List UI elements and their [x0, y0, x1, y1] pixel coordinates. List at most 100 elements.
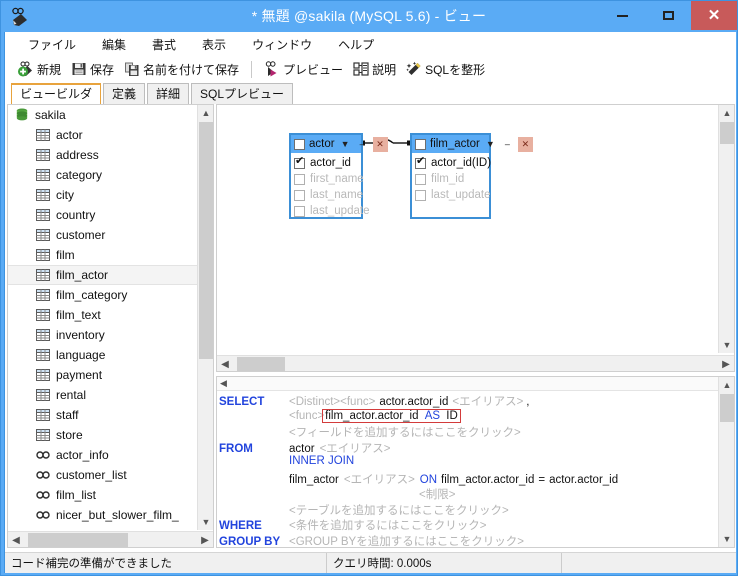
tab-sql-preview[interactable]: SQLプレビュー — [191, 83, 294, 104]
field-row[interactable]: actor_id(ID) — [415, 155, 491, 171]
sql-line-where[interactable]: WHERE <条件を追加するにはここをクリック> — [219, 517, 719, 533]
chevron-down-icon[interactable]: ▼ — [484, 137, 497, 152]
sql-alias-placeholder[interactable]: <エイリアス> — [315, 440, 391, 456]
scrollbar-thumb[interactable] — [720, 122, 734, 144]
sql-distinct-placeholder[interactable]: <Distinct> — [289, 396, 340, 408]
table-select-all-checkbox[interactable] — [415, 138, 426, 150]
field-row[interactable]: actor_id — [294, 155, 361, 171]
field-row[interactable]: last_name — [294, 187, 363, 203]
sql-add-group-by-placeholder[interactable]: <GROUP BYを追加するにはここをクリック> — [289, 533, 524, 548]
sql-restriction-placeholder[interactable]: <制限> — [289, 486, 455, 502]
scroll-left-icon[interactable]: ◀ — [217, 356, 233, 371]
minimize-icon[interactable]: – — [501, 137, 514, 152]
scroll-left-icon[interactable]: ◀ — [8, 532, 24, 547]
scroll-down-icon[interactable]: ▼ — [198, 514, 213, 530]
sql-table-actor[interactable]: actor — [289, 443, 315, 455]
tree-item-language[interactable]: language — [8, 345, 198, 365]
sql-add-condition-placeholder[interactable]: <条件を追加するにはここをクリック> — [289, 517, 486, 533]
field-row[interactable]: last_update — [415, 187, 490, 203]
sql-add-field-placeholder[interactable]: <フィールドを追加するにはここをクリック> — [289, 424, 521, 440]
field-checkbox[interactable] — [294, 173, 305, 185]
field-checkbox[interactable] — [415, 156, 426, 169]
maximize-button[interactable] — [645, 1, 691, 30]
save-button[interactable]: 保存 — [66, 59, 119, 80]
sql-add-table-placeholder[interactable]: <テーブルを追加するにはここをクリック> — [289, 502, 509, 518]
tree-item-address[interactable]: address — [8, 145, 198, 165]
diagram-table-actor[interactable]: actor ▼ – ✕ actor_id — [289, 133, 388, 219]
explain-button[interactable]: 説明 — [348, 59, 401, 80]
sql-line-group-by[interactable]: GROUP BY <GROUP BYを追加するにはここをクリック> — [219, 533, 719, 548]
tree-item-film_actor[interactable]: film_actor — [8, 265, 198, 285]
tree-item-staff[interactable]: staff — [8, 405, 198, 425]
sql-join-left-column[interactable]: film_actor.actor_id — [437, 474, 534, 486]
sql-line-inner-join[interactable]: INNER JOIN — [219, 455, 719, 471]
sql-line-join-condition[interactable]: film_actor <エイリアス> ON film_actor.actor_i… — [219, 471, 719, 487]
field-checkbox[interactable] — [415, 189, 426, 201]
tree-item-sakila[interactable]: sakila — [8, 105, 198, 125]
field-checkbox[interactable] — [294, 205, 305, 217]
tree-item-actor[interactable]: actor — [8, 125, 198, 145]
sql-line-add-field[interactable]: <フィールドを追加するにはここをクリック> — [219, 424, 719, 440]
tree-item-film_list[interactable]: film_list — [8, 485, 198, 505]
diagram-vertical-scrollbar[interactable]: ▲ ▼ — [718, 105, 734, 353]
tab-details[interactable]: 詳細 — [147, 83, 190, 104]
tree-item-nicer_but_slower_film[interactable]: nicer_but_slower_film_ — [8, 505, 198, 525]
field-row[interactable]: film_id — [415, 171, 489, 187]
scrollbar-thumb[interactable] — [28, 533, 128, 547]
field-row[interactable]: first_name — [294, 171, 364, 187]
preview-button[interactable]: プレビュー — [259, 59, 348, 80]
tree-item-inventory[interactable]: inventory — [8, 325, 198, 345]
tree-item-film[interactable]: film — [8, 245, 198, 265]
tree-item-customer_list[interactable]: customer_list — [8, 465, 198, 485]
tree-item-film_text[interactable]: film_text — [8, 305, 198, 325]
diagram-horizontal-scrollbar[interactable]: ◀ ▶ — [217, 355, 734, 371]
chevron-left-icon[interactable]: ◀ — [217, 378, 227, 389]
sql-table-film-actor[interactable]: film_actor — [289, 474, 339, 486]
new-button[interactable]: 新規 — [13, 59, 66, 80]
scroll-down-icon[interactable]: ▼ — [719, 531, 734, 547]
tree-item-country[interactable]: country — [8, 205, 198, 225]
tree-item-customer[interactable]: customer — [8, 225, 198, 245]
scroll-right-icon[interactable]: ▶ — [197, 532, 213, 547]
sql-vertical-scrollbar[interactable]: ▲ ▼ — [718, 377, 734, 547]
minimize-button[interactable] — [599, 1, 645, 30]
sql-func-placeholder[interactable]: <func> — [289, 410, 324, 422]
menu-view[interactable]: 表示 — [189, 33, 239, 56]
scroll-up-icon[interactable]: ▲ — [719, 377, 734, 393]
table-select-all-checkbox[interactable] — [294, 138, 305, 150]
sql-keyword-inner-join[interactable]: INNER JOIN — [289, 455, 354, 467]
scroll-right-icon[interactable]: ▶ — [718, 356, 734, 371]
menu-help[interactable]: ヘルプ — [325, 33, 387, 56]
save-as-button[interactable]: 名前を付けて保存 — [119, 59, 244, 80]
field-checkbox[interactable] — [294, 156, 305, 169]
field-checkbox[interactable] — [294, 189, 305, 201]
sidebar-horizontal-scrollbar[interactable]: ◀ ▶ — [8, 531, 213, 547]
scroll-up-icon[interactable]: ▲ — [719, 105, 734, 121]
tree-item-category[interactable]: category — [8, 165, 198, 185]
sql-line-restriction[interactable]: <制限> — [219, 486, 719, 502]
diagram-table-film_actor[interactable]: film_actor ▼ – ✕ actor_id(ID) — [410, 133, 533, 219]
menu-window[interactable]: ウィンドウ — [239, 33, 325, 56]
scrollbar-thumb[interactable] — [720, 394, 734, 422]
sql-func-placeholder[interactable]: <func> — [340, 396, 375, 408]
sql-line-add-table[interactable]: <テーブルを追加するにはここをクリック> — [219, 502, 719, 518]
scrollbar-thumb[interactable] — [199, 122, 213, 359]
sql-line-from[interactable]: FROM actor <エイリアス> — [219, 440, 719, 456]
sql-column-actor-id[interactable]: actor.actor_id — [375, 396, 452, 408]
sql-statement-area[interactable]: SELECT <Distinct> <func> actor.actor_id … — [217, 392, 719, 548]
sql-join-right-column[interactable]: actor.actor_id — [549, 474, 618, 486]
scroll-down-icon[interactable]: ▼ — [719, 337, 734, 353]
scroll-up-icon[interactable]: ▲ — [198, 105, 213, 121]
field-checkbox[interactable] — [415, 173, 426, 185]
tree-item-rental[interactable]: rental — [8, 385, 198, 405]
sql-alias-placeholder[interactable]: <エイリアス> — [339, 471, 415, 487]
sql-alias-placeholder[interactable]: <エイリアス> — [452, 393, 523, 409]
table-box-header[interactable]: actor ▼ – ✕ — [291, 135, 388, 153]
close-icon[interactable]: ✕ — [372, 136, 388, 152]
tree-item-film_category[interactable]: film_category — [8, 285, 198, 305]
menu-format[interactable]: 書式 — [139, 33, 189, 56]
menu-edit[interactable]: 編集 — [89, 33, 139, 56]
format-sql-button[interactable]: SQLを整形 — [401, 59, 490, 80]
sidebar-vertical-scrollbar[interactable]: ▲ ▼ — [197, 105, 213, 530]
tree-item-city[interactable]: city — [8, 185, 198, 205]
